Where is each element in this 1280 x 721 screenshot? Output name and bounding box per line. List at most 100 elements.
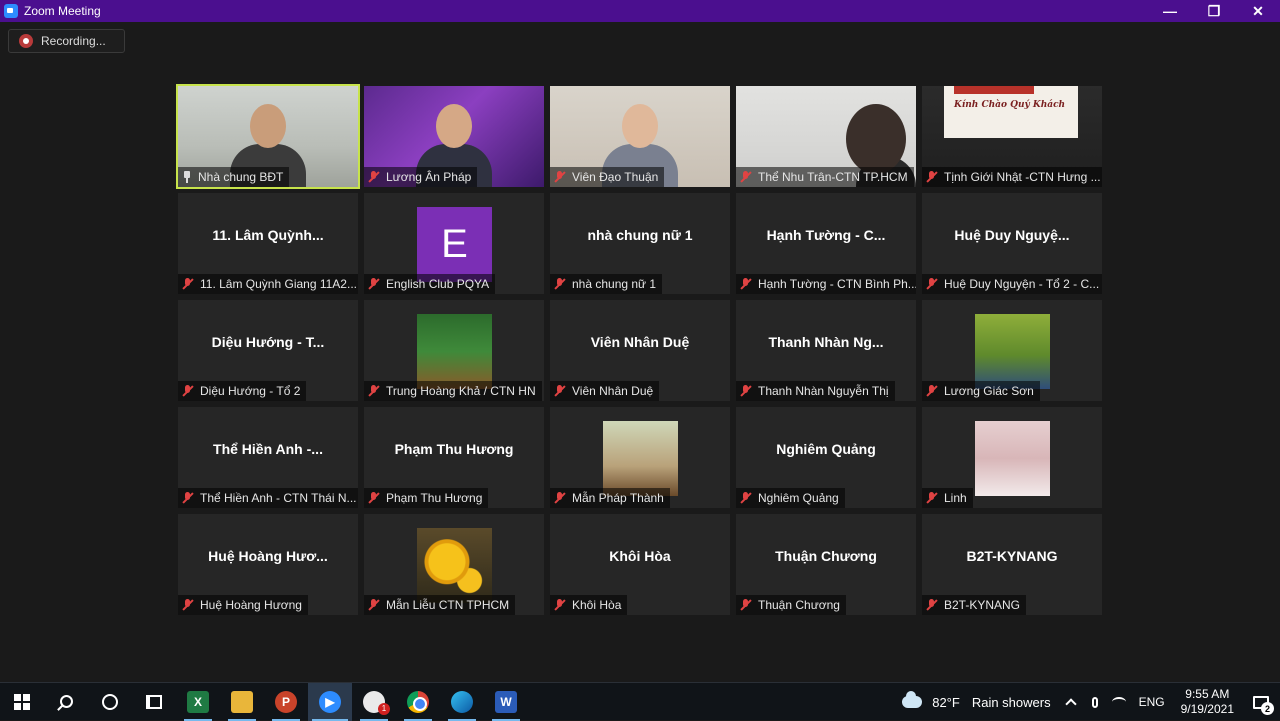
participant-tile[interactable]: Diệu Hướng - T... Diệu Hướng - Tổ 2 xyxy=(178,300,358,401)
participant-tile[interactable]: Hạnh Tường - C... Hạnh Tường - CTN Bình P… xyxy=(736,193,916,294)
participant-tile[interactable]: Mẫn Pháp Thành xyxy=(550,407,730,508)
participant-display-name: Thể Hiền Anh -... xyxy=(213,441,323,457)
participant-name-label: Thể Nhu Trân-CTN TP.HCM xyxy=(736,167,914,187)
participant-name-label: Thanh Nhàn Nguyễn Thị xyxy=(736,381,895,401)
participant-name-label: English Club PQYA xyxy=(364,274,496,294)
participant-name: nhà chung nữ 1 xyxy=(572,277,657,291)
muted-mic-icon xyxy=(740,278,752,290)
participant-tile[interactable]: Thể Nhu Trân-CTN TP.HCM xyxy=(736,86,916,187)
participant-name-label: Nhà chung BĐT xyxy=(178,167,290,187)
window-title: Zoom Meeting xyxy=(24,4,101,18)
profile-picture xyxy=(975,314,1050,389)
participant-tile[interactable]: E English Club PQYA xyxy=(364,193,544,294)
microphone-tray-button[interactable] xyxy=(1083,683,1107,721)
participant-tile[interactable]: Khôi Hòa Khôi Hòa xyxy=(550,514,730,615)
muted-mic-icon xyxy=(926,278,938,290)
participant-tile[interactable]: Lương Giác Sơn xyxy=(922,300,1102,401)
action-center-button[interactable]: 2 xyxy=(1242,683,1280,721)
participant-display-name: 11. Lâm Quỳnh... xyxy=(212,227,324,243)
participant-tile[interactable]: 11. Lâm Quỳnh... 11. Lâm Quỳnh Giang 11A2… xyxy=(178,193,358,294)
muted-mic-icon xyxy=(368,385,380,397)
participant-name-label: Diệu Hướng - Tổ 2 xyxy=(178,381,307,401)
gallery-grid: Nhà chung BĐT Lương Ân Pháp Viên Đạo Thuận… xyxy=(176,84,1102,615)
edge-icon xyxy=(451,690,473,713)
cloud-rain-icon xyxy=(902,691,923,708)
participant-tile[interactable]: Trung Hoàng Khả / CTN HN xyxy=(364,300,544,401)
participant-tile[interactable]: Phạm Thu Hương Phạm Thu Hương xyxy=(364,407,544,508)
cortana-button[interactable] xyxy=(88,683,132,721)
taskbar-word-button[interactable]: W xyxy=(484,683,528,721)
language-indicator[interactable]: ENG xyxy=(1131,695,1173,709)
start-button[interactable] xyxy=(0,683,44,721)
participant-name-label: Khôi Hòa xyxy=(550,595,628,615)
muted-mic-icon xyxy=(554,278,566,290)
person-head xyxy=(622,104,658,148)
show-hidden-icons-button[interactable] xyxy=(1059,683,1083,721)
participant-name-label: Mẫn Liễu CTN TPHCM xyxy=(364,595,516,615)
participant-tile[interactable]: Kính Chào Quý Khách Tịnh Giới Nhật -CTN H… xyxy=(922,86,1102,187)
recording-indicator[interactable]: Recording... xyxy=(8,29,125,53)
system-tray: 82°F Rain showers ENG 9:55 AM 9/19/2021 … xyxy=(894,683,1280,721)
taskbar-file-explorer-button[interactable] xyxy=(220,683,264,721)
letter-avatar: E xyxy=(417,207,492,282)
participant-tile[interactable]: Huệ Hoàng Hươ... Huệ Hoàng Hương xyxy=(178,514,358,615)
participant-tile[interactable]: Thể Hiền Anh -... Thể Hiền Anh - CTN Thái… xyxy=(178,407,358,508)
sign-text: Kính Chào Quý Khách xyxy=(954,100,1066,110)
participant-tile[interactable]: B2T-KYNANG B2T-KYNANG xyxy=(922,514,1102,615)
participant-tile[interactable]: Thuận Chương Thuận Chương xyxy=(736,514,916,615)
meeting-stage: Recording... Nhà chung BĐT Lương Ân Pháp V… xyxy=(0,22,1280,682)
participant-display-name: nhà chung nữ 1 xyxy=(587,227,693,243)
participant-name: Thanh Nhàn Nguyễn Thị xyxy=(758,384,889,398)
microphone-icon xyxy=(1091,696,1098,708)
pin-icon xyxy=(182,171,192,183)
taskbar-zoom-button[interactable]: ▶ xyxy=(308,682,352,721)
muted-mic-icon xyxy=(368,278,380,290)
muted-mic-icon xyxy=(740,385,752,397)
search-button[interactable] xyxy=(44,683,88,721)
participant-tile[interactable]: nhà chung nữ 1 nhà chung nữ 1 xyxy=(550,193,730,294)
close-button[interactable]: ✕ xyxy=(1236,0,1280,22)
title-bar: Zoom Meeting — ❐ ✕ xyxy=(0,0,1280,22)
participant-name: Lương Ân Pháp xyxy=(386,170,472,184)
participant-name: Phạm Thu Hương xyxy=(386,491,483,505)
taskbar-excel-button[interactable]: X xyxy=(176,683,220,721)
weather-condition: Rain showers xyxy=(971,694,1051,710)
participant-name: Viên Đạo Thuận xyxy=(572,170,659,184)
taskbar-messenger-button[interactable]: 1 xyxy=(352,683,396,721)
network-tray-button[interactable] xyxy=(1107,683,1131,721)
task-view-button[interactable] xyxy=(132,683,176,721)
muted-mic-icon xyxy=(182,278,194,290)
participant-name: Huệ Duy Nguyện - Tổ 2 - C... xyxy=(944,277,1100,291)
taskbar-chrome-button[interactable] xyxy=(396,683,440,721)
taskbar-edge-button[interactable] xyxy=(440,683,484,721)
windows-logo-icon xyxy=(14,693,30,710)
participant-name: Nghiêm Quảng xyxy=(758,491,839,505)
pinned-apps: X P ▶ 1 W xyxy=(176,682,528,721)
participant-name-label: Lương Ân Pháp xyxy=(364,167,478,187)
participant-tile[interactable]: Viên Nhân Duệ Viên Nhân Duệ xyxy=(550,300,730,401)
person-head xyxy=(436,104,472,148)
word-icon: W xyxy=(495,690,517,713)
muted-mic-icon xyxy=(182,599,194,611)
clock[interactable]: 9:55 AM 9/19/2021 xyxy=(1173,687,1242,717)
clock-time: 9:55 AM xyxy=(1185,687,1230,701)
participant-tile[interactable]: Lương Ân Pháp xyxy=(364,86,544,187)
participant-display-name: Khôi Hòa xyxy=(609,548,671,564)
minimize-button[interactable]: — xyxy=(1148,0,1192,22)
weather-widget[interactable]: 82°F Rain showers xyxy=(894,683,1058,721)
participant-tile[interactable]: Viên Đạo Thuận xyxy=(550,86,730,187)
participant-tile[interactable]: Nhà chung BĐT xyxy=(176,84,360,189)
participant-tile[interactable]: Huệ Duy Nguyệ... Huệ Duy Nguyện - Tổ 2 - … xyxy=(922,193,1102,294)
muted-mic-icon xyxy=(554,385,566,397)
participant-tile[interactable]: Linh xyxy=(922,407,1102,508)
participant-name-label: Nghiêm Quảng xyxy=(736,488,845,508)
participant-tile[interactable]: Nghiêm Quảng Nghiêm Quảng xyxy=(736,407,916,508)
participant-name: B2T-KYNANG xyxy=(944,598,1021,612)
participant-tile[interactable]: Thanh Nhàn Ng... Thanh Nhàn Nguyễn Thị xyxy=(736,300,916,401)
participant-tile[interactable]: Mẫn Liễu CTN TPHCM xyxy=(364,514,544,615)
restore-button[interactable]: ❐ xyxy=(1192,0,1236,22)
excel-icon: X xyxy=(187,690,209,713)
taskbar-powerpoint-button[interactable]: P xyxy=(264,683,308,721)
person-head xyxy=(250,104,286,148)
participant-name-label: Lương Giác Sơn xyxy=(922,381,1040,401)
